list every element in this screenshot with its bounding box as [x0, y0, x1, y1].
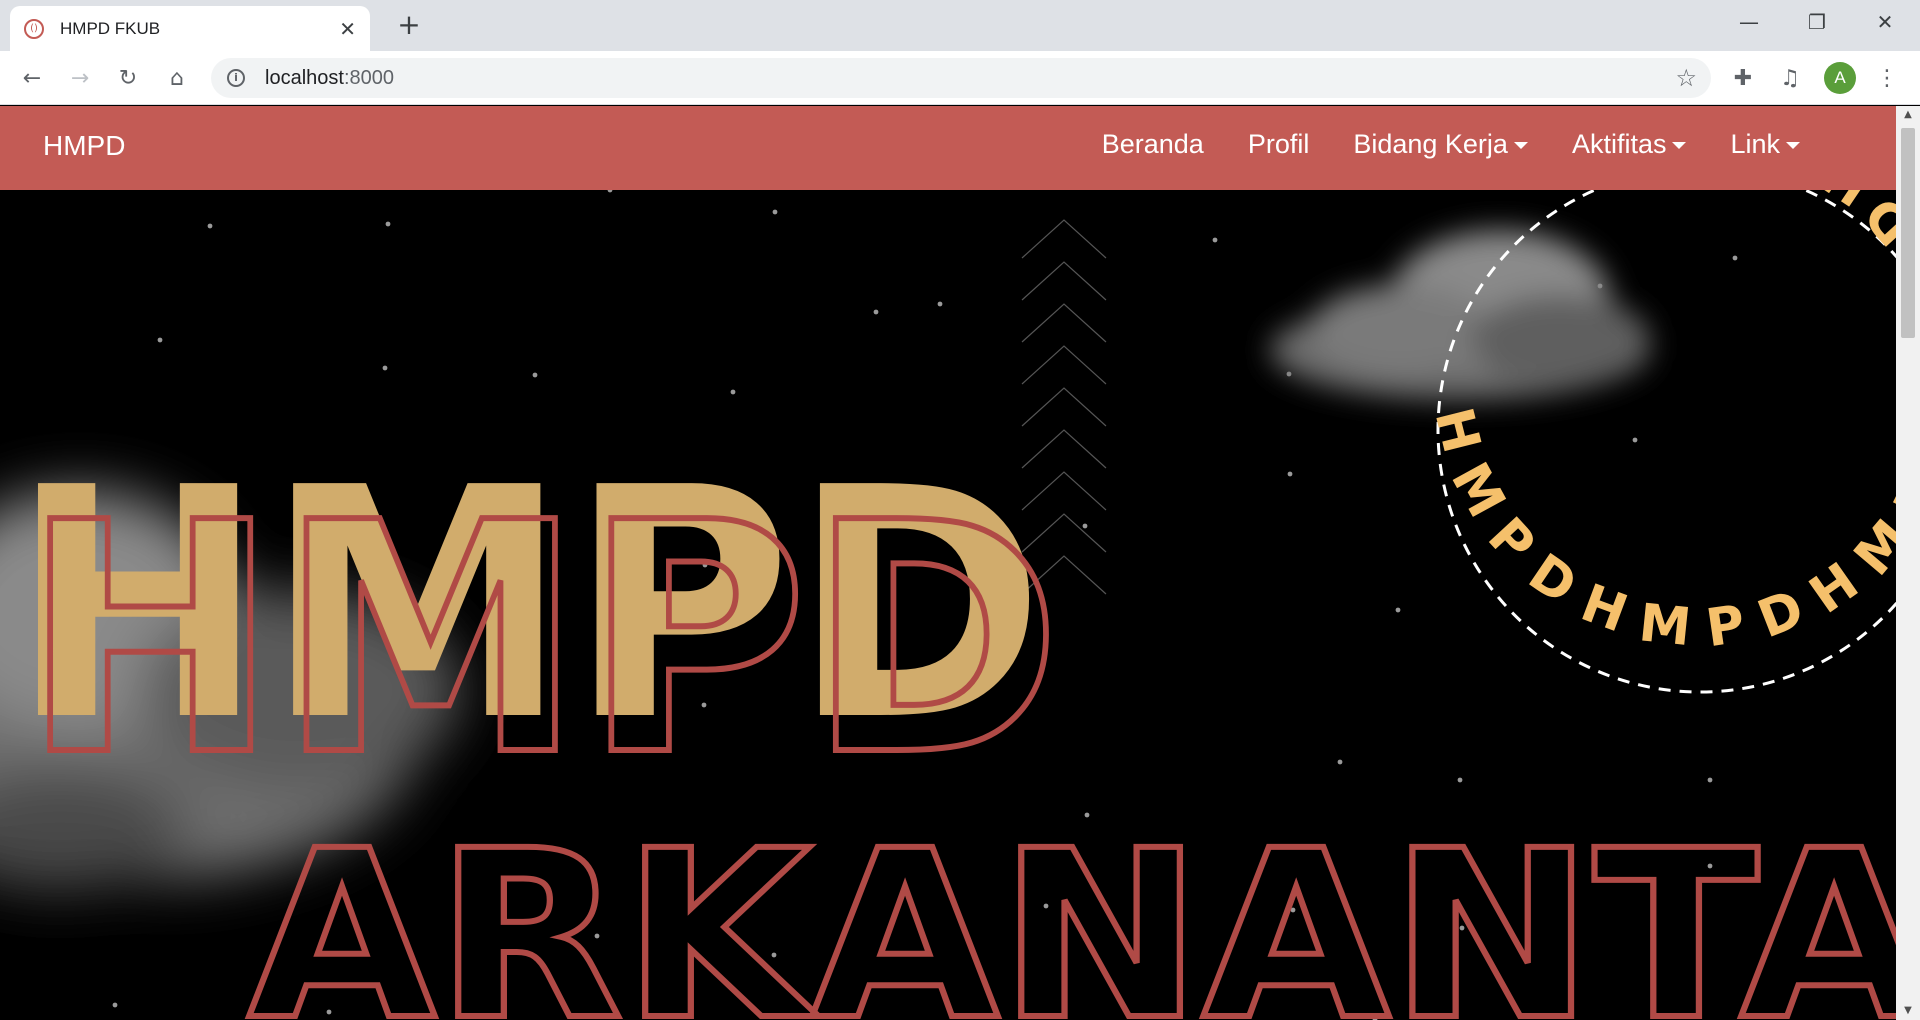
star-dot — [532, 372, 538, 378]
browser-tabstrip: () HMPD FKUB ✕ + — ❐ ✕ — [0, 0, 1920, 51]
cloud-top-right — [1270, 230, 1650, 400]
chevron-up-icon — [1021, 303, 1107, 343]
star-dot — [1632, 437, 1638, 443]
chevron-up-icon — [1021, 261, 1107, 301]
star-dot — [937, 301, 943, 307]
minimize-icon[interactable]: — — [1714, 0, 1784, 44]
hero-section: HMPD HMPD ARKANANTA HMPDHMPDHMPDHMPDHMPD… — [0, 190, 1896, 1020]
star-dot — [1707, 777, 1713, 783]
nav-link-profil[interactable]: Profil — [1248, 129, 1310, 160]
navbar-brand[interactable]: HMPD — [43, 130, 125, 162]
back-arrow-icon[interactable]: ← — [15, 61, 49, 95]
close-window-icon[interactable]: ✕ — [1850, 0, 1920, 44]
nav-dropdown-link[interactable]: Link — [1730, 129, 1800, 160]
star-dot — [1337, 759, 1343, 765]
scroll-down-icon[interactable]: ▼ — [1896, 1002, 1920, 1020]
nav-link-beranda[interactable]: Beranda — [1102, 129, 1204, 160]
star-dot — [873, 309, 879, 315]
star-dot — [607, 190, 613, 193]
browser-tab[interactable]: () HMPD FKUB ✕ — [10, 6, 370, 51]
star-dot — [382, 365, 388, 371]
forward-arrow-icon[interactable]: → — [63, 61, 97, 95]
media-control-icon[interactable]: ♫ — [1773, 61, 1807, 95]
tab-title: HMPD FKUB — [60, 18, 161, 38]
caret-down-icon — [1513, 142, 1528, 150]
reload-icon[interactable]: ↻ — [111, 61, 145, 95]
star-dot — [112, 1002, 118, 1008]
chevron-up-icon — [1021, 345, 1107, 385]
new-tab-button[interactable]: + — [392, 8, 426, 42]
star-dot — [1457, 777, 1463, 783]
star-dot — [157, 337, 163, 343]
star-dot — [772, 209, 778, 215]
favicon-icon: () — [24, 18, 44, 39]
nav-dropdown-bidang-kerja[interactable]: Bidang Kerja — [1353, 129, 1528, 160]
site-navbar: HMPD Beranda Profil Bidang Kerja Aktifit… — [0, 106, 1896, 190]
caret-down-icon — [1672, 142, 1687, 150]
star-dot — [1395, 607, 1401, 613]
chevron-up-icon — [1021, 219, 1107, 259]
bookmark-star-icon[interactable]: ☆ — [1675, 64, 1697, 92]
star-dot — [730, 389, 736, 395]
web-page: HMPD Beranda Profil Bidang Kerja Aktifit… — [0, 106, 1896, 1020]
star-dot — [1287, 471, 1293, 477]
scrollbar-thumb[interactable] — [1901, 128, 1915, 338]
page-scrollbar[interactable]: ▲ ▼ — [1896, 106, 1920, 1020]
hero-title-arkananta: ARKANANTA — [248, 801, 1896, 1020]
address-bar[interactable]: i localhost:8000 ☆ — [211, 58, 1711, 98]
url-text: localhost:8000 — [265, 66, 394, 89]
star-dot — [385, 221, 391, 227]
navbar-links: Beranda Profil Bidang Kerja Aktifitas Li… — [1102, 129, 1800, 160]
extensions-puzzle-icon[interactable]: ✚ — [1726, 61, 1760, 95]
restore-icon[interactable]: ❐ — [1782, 0, 1852, 44]
site-info-icon[interactable]: i — [227, 69, 245, 87]
hero-title-hmpd-outline: HMPD — [22, 455, 1062, 825]
close-tab-icon[interactable]: ✕ — [339, 17, 356, 41]
star-dot — [1082, 523, 1088, 529]
menu-kebab-icon[interactable]: ⋮ — [1870, 61, 1904, 95]
browser-toolbar: ← → ↻ ⌂ i localhost:8000 ☆ ✚ ♫ A ⋮ — [0, 51, 1920, 105]
nav-dropdown-aktifitas[interactable]: Aktifitas — [1572, 129, 1687, 160]
star-dot — [207, 223, 213, 229]
profile-avatar[interactable]: A — [1824, 62, 1856, 94]
caret-down-icon — [1786, 142, 1800, 150]
scroll-up-icon[interactable]: ▲ — [1896, 106, 1920, 124]
home-icon[interactable]: ⌂ — [160, 61, 194, 95]
star-dot — [1732, 255, 1738, 261]
star-dot — [1212, 237, 1218, 243]
